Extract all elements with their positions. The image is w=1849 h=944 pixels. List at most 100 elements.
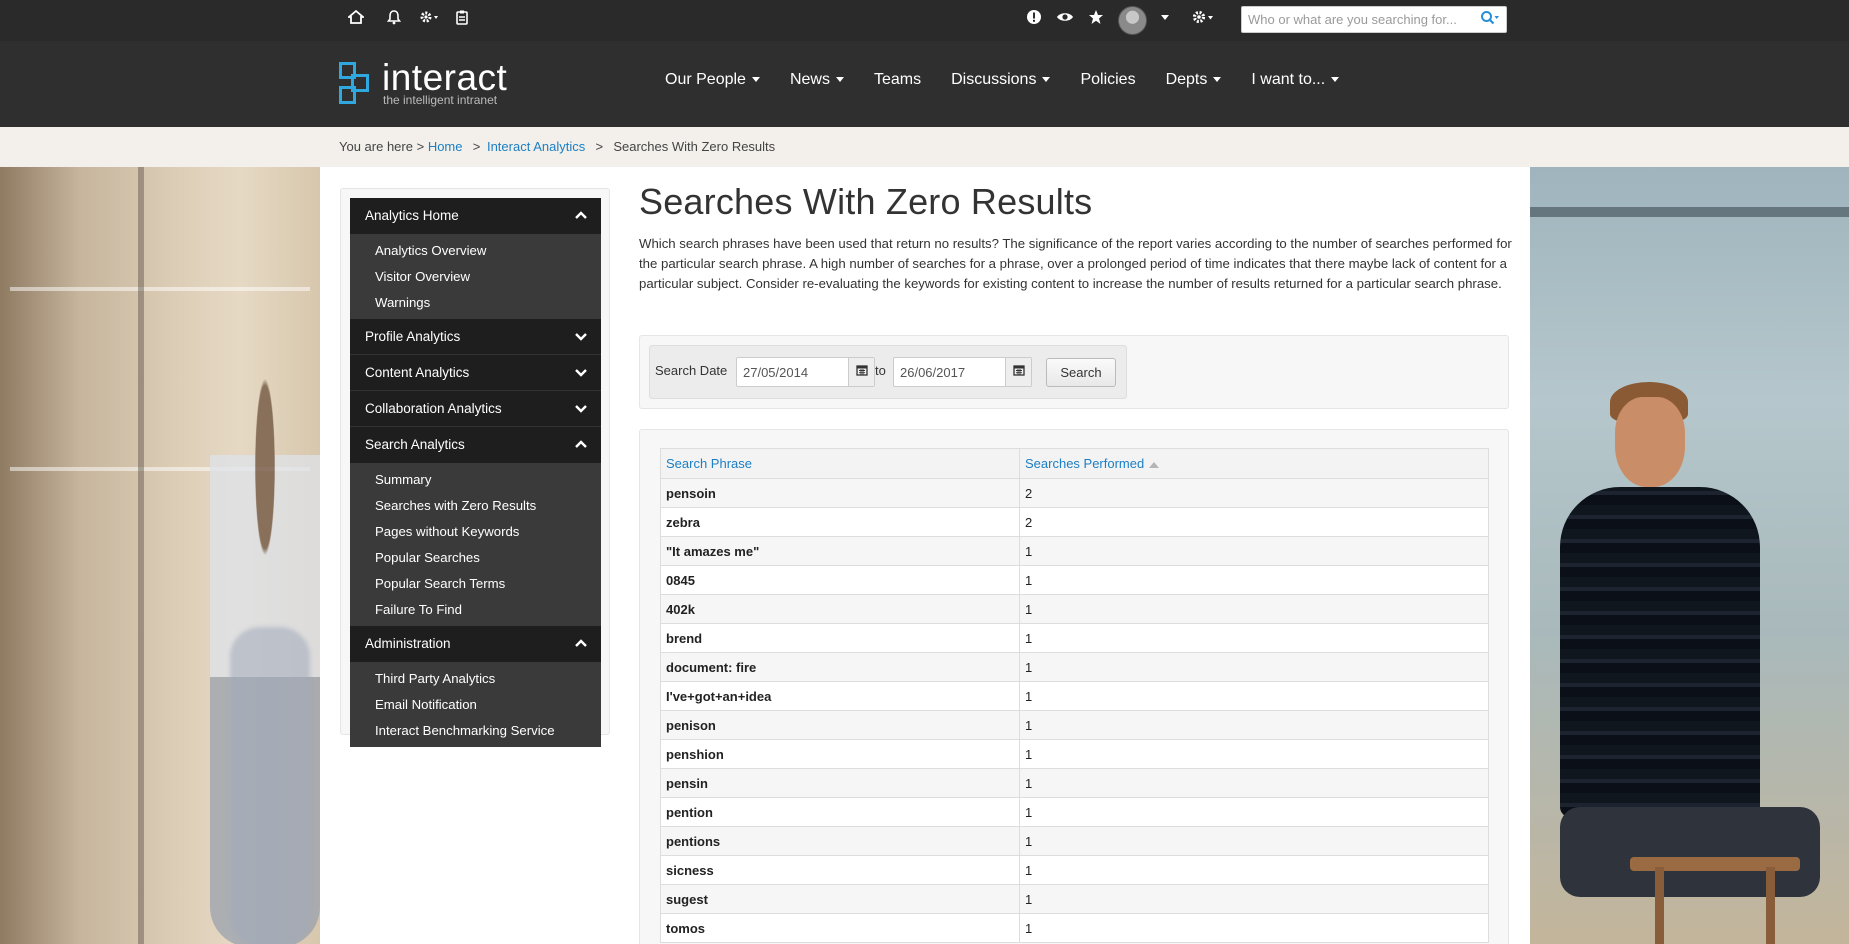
chevron-up-icon bbox=[575, 198, 587, 234]
main-navigation: Our People News Teams Discussions Polici… bbox=[665, 71, 1369, 89]
notifications-bell-icon[interactable] bbox=[381, 8, 407, 32]
search-date-label: Search Date bbox=[655, 363, 728, 378]
calendar-icon[interactable] bbox=[848, 358, 874, 386]
table-row: pentions 1 bbox=[660, 826, 1489, 856]
breadcrumb: You are here > Home > Interact Analytics… bbox=[339, 139, 775, 154]
sidebar-section-label: Collaboration Analytics bbox=[365, 401, 502, 416]
cell-search-phrase: penshion bbox=[660, 739, 1020, 769]
calendar-icon[interactable] bbox=[1005, 358, 1031, 386]
column-header-searches-performed[interactable]: Searches Performed bbox=[1019, 448, 1489, 479]
profile-menu-caret-icon[interactable] bbox=[1152, 8, 1178, 32]
cell-searches-performed: 1 bbox=[1019, 594, 1489, 624]
table-row: penison 1 bbox=[660, 710, 1489, 740]
date-to-group bbox=[893, 357, 1032, 387]
watch-eye-icon[interactable] bbox=[1052, 8, 1078, 32]
global-search-input[interactable] bbox=[1242, 7, 1472, 32]
cell-searches-performed: 2 bbox=[1019, 507, 1489, 537]
cell-searches-performed: 1 bbox=[1019, 797, 1489, 827]
favourites-star-icon[interactable] bbox=[1083, 8, 1109, 32]
sort-ascending-icon bbox=[1149, 461, 1160, 468]
sidebar-section-collaboration-analytics[interactable]: Collaboration Analytics bbox=[350, 391, 601, 427]
site-header: interact the intelligent intranet Our Pe… bbox=[0, 41, 1849, 127]
page-description: Which search phrases have been used that… bbox=[639, 236, 1512, 291]
sidebar-section-label: Content Analytics bbox=[365, 365, 470, 380]
sidebar-section-label: Analytics Home bbox=[365, 208, 459, 223]
sidebar-link-benchmarking-service[interactable]: Interact Benchmarking Service bbox=[350, 718, 601, 744]
utility-bar bbox=[0, 0, 1849, 41]
chevron-down-icon bbox=[575, 319, 587, 355]
cell-searches-performed: 1 bbox=[1019, 768, 1489, 798]
cell-searches-performed: 1 bbox=[1019, 623, 1489, 653]
cell-searches-performed: 1 bbox=[1019, 855, 1489, 885]
table-row: pensoin 2 bbox=[660, 478, 1489, 508]
cell-search-phrase: pensin bbox=[660, 768, 1020, 798]
cell-search-phrase: 402k bbox=[660, 594, 1020, 624]
cell-search-phrase: document: fire bbox=[660, 652, 1020, 682]
nav-discussions[interactable]: Discussions bbox=[951, 71, 1051, 89]
sidebar-link-warnings[interactable]: Warnings bbox=[350, 290, 601, 316]
search-button[interactable]: Search bbox=[1046, 358, 1116, 387]
sidebar-link-email-notification[interactable]: Email Notification bbox=[350, 692, 601, 718]
breadcrumb-prefix: You are here > bbox=[339, 139, 425, 154]
sidebar-section-profile-analytics[interactable]: Profile Analytics bbox=[350, 319, 601, 355]
nav-i-want-to[interactable]: I want to... bbox=[1251, 71, 1340, 89]
sidebar-link-searches-zero-results[interactable]: Searches with Zero Results bbox=[350, 493, 601, 519]
cell-searches-performed: 1 bbox=[1019, 826, 1489, 856]
search-icon[interactable] bbox=[1478, 10, 1502, 30]
admin-gear-icon[interactable] bbox=[1190, 8, 1216, 32]
table-row: 402k 1 bbox=[660, 594, 1489, 624]
table-row: I've+got+an+idea 1 bbox=[660, 681, 1489, 711]
user-avatar[interactable] bbox=[1118, 6, 1147, 35]
nav-news[interactable]: News bbox=[790, 71, 844, 89]
breadcrumb-separator: > bbox=[591, 139, 607, 154]
breadcrumb-home[interactable]: Home bbox=[428, 139, 463, 154]
chevron-down-icon bbox=[751, 77, 760, 83]
sidebar-link-analytics-overview[interactable]: Analytics Overview bbox=[350, 238, 601, 264]
nav-depts[interactable]: Depts bbox=[1166, 71, 1222, 89]
cell-search-phrase: "It amazes me" bbox=[660, 536, 1020, 566]
nav-policies[interactable]: Policies bbox=[1080, 71, 1135, 89]
sidebar-section-administration[interactable]: Administration bbox=[350, 626, 601, 662]
cell-search-phrase: tomos bbox=[660, 913, 1020, 943]
chevron-down-icon bbox=[575, 391, 587, 427]
nav-our-people[interactable]: Our People bbox=[665, 71, 760, 89]
clipboard-icon[interactable] bbox=[449, 8, 475, 32]
table-row: 0845 1 bbox=[660, 565, 1489, 595]
sidebar-link-popular-search-terms[interactable]: Popular Search Terms bbox=[350, 571, 601, 597]
settings-gear-icon[interactable] bbox=[416, 8, 442, 32]
sidebar-link-popular-searches[interactable]: Popular Searches bbox=[350, 545, 601, 571]
chevron-down-icon bbox=[1213, 77, 1222, 83]
breadcrumb-separator: > bbox=[469, 139, 481, 154]
site-logo[interactable]: interact the intelligent intranet bbox=[339, 57, 519, 109]
cell-searches-performed: 1 bbox=[1019, 884, 1489, 914]
chevron-down-icon bbox=[1042, 77, 1051, 83]
cell-search-phrase: zebra bbox=[660, 507, 1020, 537]
sidebar-link-visitor-overview[interactable]: Visitor Overview bbox=[350, 264, 601, 290]
table-row: document: fire 1 bbox=[660, 652, 1489, 682]
home-icon[interactable] bbox=[343, 8, 369, 32]
date-to-input[interactable] bbox=[894, 358, 998, 386]
column-header-search-phrase[interactable]: Search Phrase bbox=[660, 448, 1020, 479]
table-row: tomos 1 bbox=[660, 913, 1489, 943]
cell-search-phrase: pention bbox=[660, 797, 1020, 827]
date-from-input[interactable] bbox=[737, 358, 841, 386]
sidebar-link-pages-without-keywords[interactable]: Pages without Keywords bbox=[350, 519, 601, 545]
cell-searches-performed: 1 bbox=[1019, 565, 1489, 595]
alert-icon[interactable] bbox=[1021, 8, 1047, 32]
table-row: penshion 1 bbox=[660, 739, 1489, 769]
logo-mark-icon bbox=[339, 62, 371, 104]
sidebar-link-failure-to-find[interactable]: Failure To Find bbox=[350, 597, 601, 623]
results-table-panel: Search Phrase Searches Performed pensoin… bbox=[639, 429, 1509, 944]
cell-searches-performed: 1 bbox=[1019, 710, 1489, 740]
breadcrumb-interact-analytics[interactable]: Interact Analytics bbox=[487, 139, 585, 154]
sidebar-section-analytics-home[interactable]: Analytics Home bbox=[350, 198, 601, 234]
nav-teams[interactable]: Teams bbox=[874, 71, 921, 89]
table-row: sugest 1 bbox=[660, 884, 1489, 914]
background-photo-left bbox=[0, 167, 320, 944]
sidebar-section-content-analytics[interactable]: Content Analytics bbox=[350, 355, 601, 391]
sidebar-link-third-party-analytics[interactable]: Third Party Analytics bbox=[350, 666, 601, 692]
sidebar-link-summary[interactable]: Summary bbox=[350, 467, 601, 493]
sidebar-section-search-analytics[interactable]: Search Analytics bbox=[350, 427, 601, 463]
chevron-down-icon bbox=[835, 77, 844, 83]
breadcrumb-current: Searches With Zero Results bbox=[613, 139, 776, 154]
